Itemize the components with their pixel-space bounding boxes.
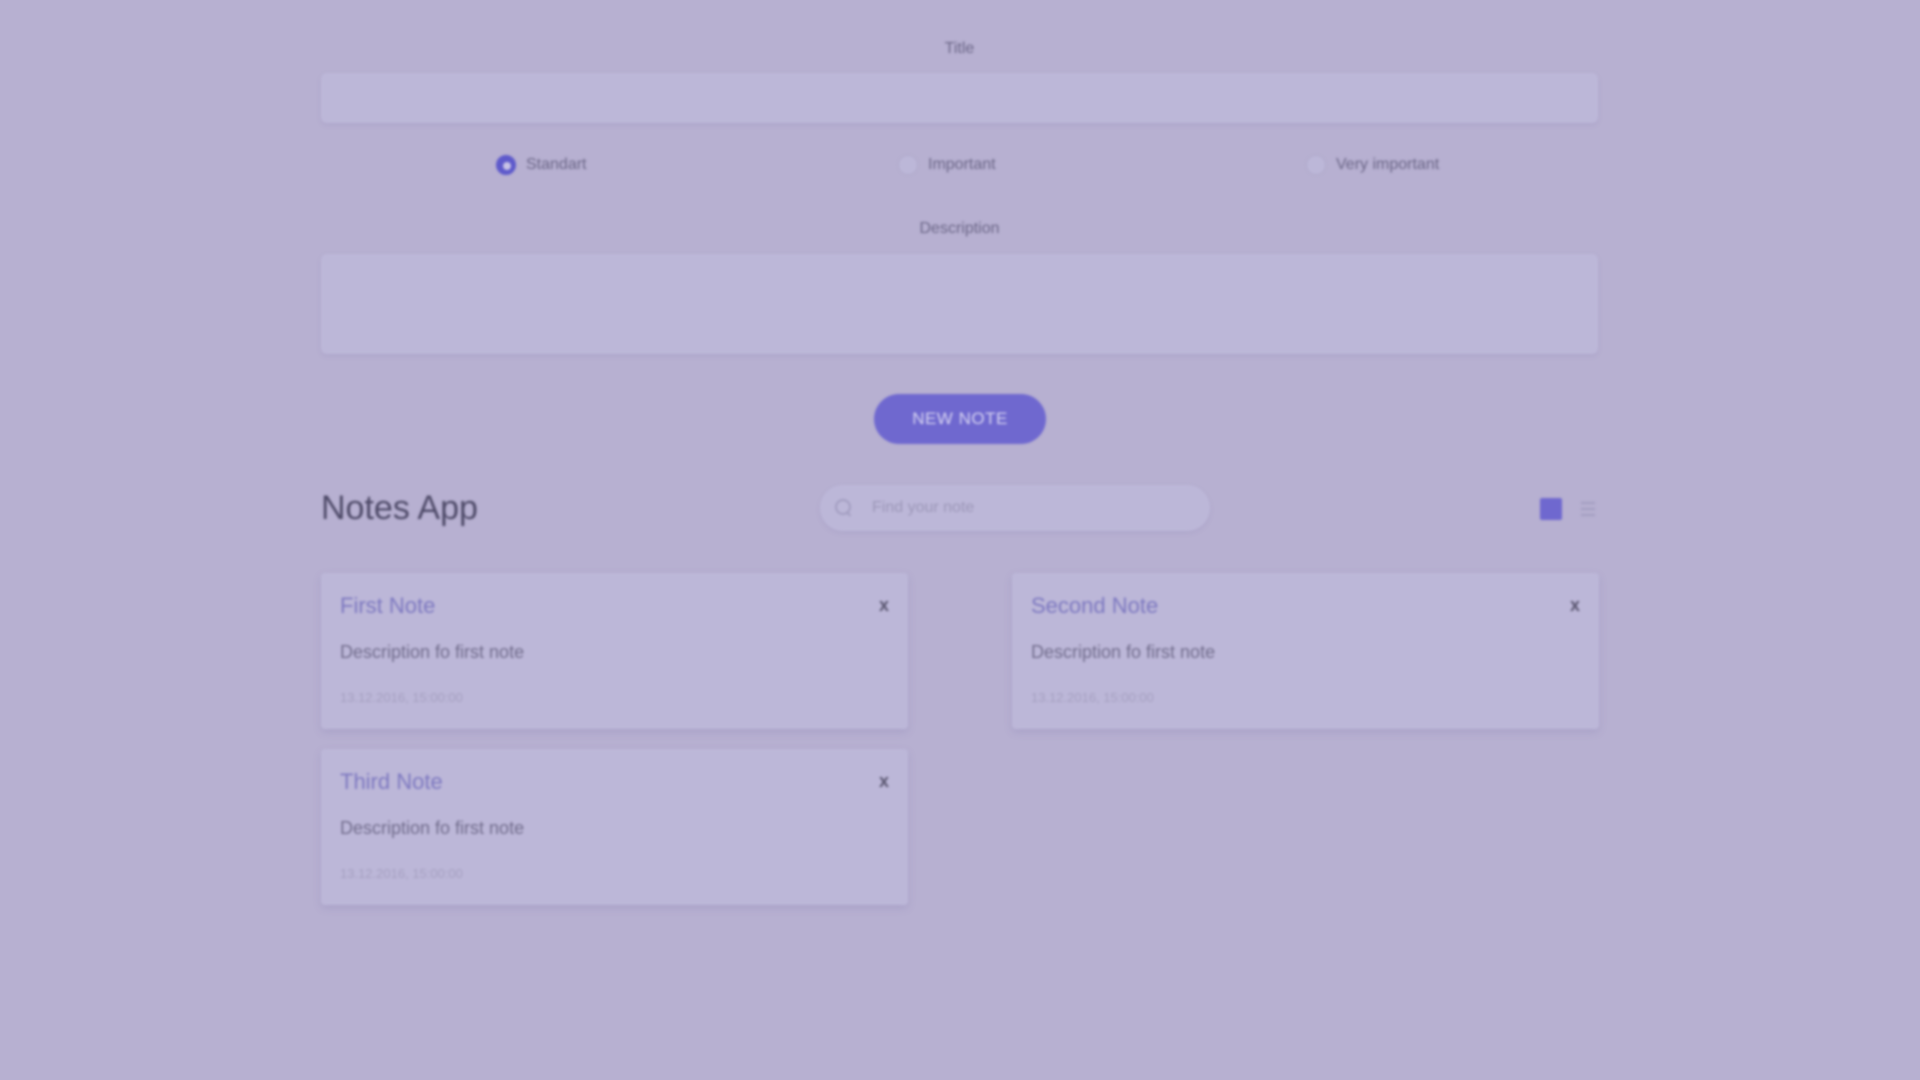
search-input[interactable] (872, 499, 1192, 517)
note-title: First Note (340, 593, 436, 618)
list-view-icon[interactable] (1578, 498, 1598, 520)
title-label: Title (944, 40, 975, 57)
close-icon[interactable]: x (879, 595, 889, 616)
note-date: 13.12.2016, 15:00:00 (340, 690, 463, 705)
radio-checked-icon[interactable] (496, 155, 516, 175)
close-icon[interactable]: x (1570, 595, 1580, 616)
priority-very-important-option[interactable]: Very important (1306, 155, 1439, 175)
description-label: Description (919, 220, 1000, 237)
close-icon[interactable]: x (879, 771, 889, 792)
search-icon (834, 498, 854, 518)
title-input[interactable] (321, 73, 1598, 123)
note-title: Third Note (340, 769, 443, 794)
search-box[interactable] (820, 485, 1210, 531)
note-description: Description fo first note (1031, 642, 1216, 662)
page-title: Notes App (321, 489, 478, 527)
note-card[interactable]: Second Note x Description fo first note … (1012, 573, 1599, 729)
note-description: Description fo first note (340, 642, 525, 662)
new-note-button[interactable]: NEW NOTE (874, 394, 1046, 444)
note-card[interactable]: Third Note x Description fo first note 1… (321, 749, 908, 905)
radio-unchecked-icon[interactable] (1306, 155, 1326, 175)
grid-view-icon[interactable] (1540, 498, 1562, 520)
note-date: 13.12.2016, 15:00:00 (1031, 690, 1154, 705)
note-title: Second Note (1031, 593, 1159, 618)
notes-header: Notes App (321, 483, 1598, 535)
priority-radio-group: Standart Important Very important (321, 155, 1598, 181)
note-date: 13.12.2016, 15:00:00 (340, 866, 463, 881)
description-input[interactable] (321, 254, 1598, 354)
note-description: Description fo first note (340, 818, 525, 838)
note-card[interactable]: First Note x Description fo first note 1… (321, 573, 908, 729)
priority-standart-label: Standart (526, 156, 587, 173)
priority-important-label: Important (928, 156, 996, 173)
priority-important-option[interactable]: Important (898, 155, 996, 175)
priority-very-important-label: Very important (1336, 156, 1440, 173)
priority-standart-option[interactable]: Standart (496, 155, 586, 175)
radio-unchecked-icon[interactable] (898, 155, 918, 175)
